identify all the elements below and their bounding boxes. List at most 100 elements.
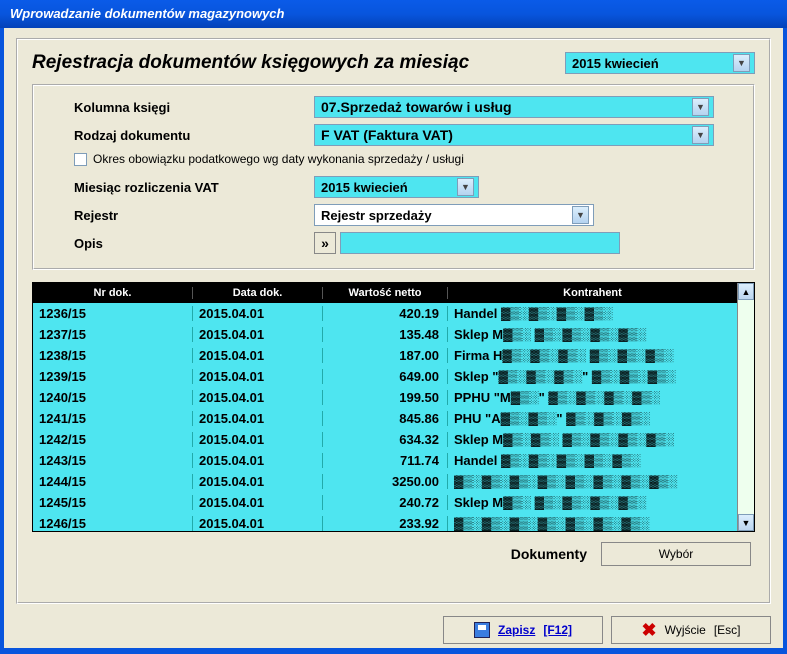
okres-checkbox[interactable]: [74, 153, 87, 166]
rodzaj-combo[interactable]: F VAT (Faktura VAT) ▼: [314, 124, 714, 146]
cell-netto: 240.72: [323, 495, 448, 510]
rejestr-value: Rejestr sprzedaży: [321, 208, 432, 223]
table-row[interactable]: 1245/152015.04.01240.72Sklep M▓▒░ ▓▒░▓▒░…: [33, 492, 737, 513]
kolumna-label: Kolumna księgi: [74, 100, 314, 115]
table-row[interactable]: 1241/152015.04.01845.86PHU "A▓▒░▓▒░" ▓▒░…: [33, 408, 737, 429]
window: Wprowadzanie dokumentów magazynowych Rej…: [0, 0, 787, 654]
dokumenty-label: Dokumenty: [511, 546, 587, 562]
exit-button[interactable]: ✖ Wyjście [Esc]: [611, 616, 771, 644]
cell-data: 2015.04.01: [193, 474, 323, 489]
table-row[interactable]: 1244/152015.04.013250.00▓▒░▓▒░▓▒░▓▒░▓▒░▓…: [33, 471, 737, 492]
save-label: Zapisz: [498, 623, 535, 637]
form-area: Kolumna księgi 07.Sprzedaż towarów i usł…: [32, 84, 755, 270]
miesiac-label: Miesiąc rozliczenia VAT: [74, 180, 314, 195]
cell-kontr: ▓▒░▓▒░▓▒░▓▒░▓▒░▓▒░▓▒░▓▒░: [448, 474, 737, 489]
grid-header: Nr dok. Data dok. Wartość netto Kontrahe…: [33, 283, 737, 303]
cell-kontr: Sklep M▓▒░▓▒░ ▓▒░▓▒░▓▒░▓▒░: [448, 432, 737, 447]
cell-data: 2015.04.01: [193, 369, 323, 384]
grid-scrollbar[interactable]: ▲ ▼: [737, 283, 754, 531]
save-icon: [474, 622, 490, 638]
rejestr-label: Rejestr: [74, 208, 314, 223]
cell-netto: 711.74: [323, 453, 448, 468]
table-row[interactable]: 1239/152015.04.01649.00Sklep "▓▒░▓▒░▓▒░"…: [33, 366, 737, 387]
kolumna-value: 07.Sprzedaż towarów i usług: [321, 99, 512, 115]
wybor-button[interactable]: Wybór: [601, 542, 751, 566]
save-button[interactable]: Zapisz [F12]: [443, 616, 603, 644]
cell-data: 2015.04.01: [193, 432, 323, 447]
cell-nr: 1246/15: [33, 516, 193, 531]
okres-checkbox-label: Okres obowiązku podatkowego wg daty wyko…: [93, 152, 464, 166]
cell-nr: 1237/15: [33, 327, 193, 342]
opis-input[interactable]: [340, 232, 620, 254]
cell-netto: 3250.00: [323, 474, 448, 489]
col-data: Data dok.: [193, 287, 323, 299]
chevron-down-icon: ▼: [692, 98, 709, 116]
rodzaj-label: Rodzaj dokumentu: [74, 128, 314, 143]
cell-nr: 1245/15: [33, 495, 193, 510]
cell-kontr: Sklep M▓▒░ ▓▒░▓▒░▓▒░▓▒░: [448, 495, 737, 510]
footer: Zapisz [F12] ✖ Wyjście [Esc]: [16, 616, 771, 644]
cell-nr: 1239/15: [33, 369, 193, 384]
scroll-up-icon[interactable]: ▲: [738, 283, 754, 300]
kolumna-combo[interactable]: 07.Sprzedaż towarów i usług ▼: [314, 96, 714, 118]
documents-grid: Nr dok. Data dok. Wartość netto Kontrahe…: [32, 282, 755, 532]
cell-netto: 634.32: [323, 432, 448, 447]
table-row[interactable]: 1243/152015.04.01711.74Handel ▓▒░▓▒░▓▒░▓…: [33, 450, 737, 471]
cell-netto: 420.19: [323, 306, 448, 321]
cell-data: 2015.04.01: [193, 453, 323, 468]
cell-nr: 1242/15: [33, 432, 193, 447]
cell-nr: 1244/15: [33, 474, 193, 489]
chevron-down-icon: ▼: [457, 178, 474, 196]
cell-kontr: ▓▒░▓▒░▓▒░▓▒░▓▒░▓▒░▓▒░: [448, 516, 737, 531]
chevron-down-icon: ▼: [733, 54, 750, 72]
cell-kontr: Firma H▓▒░▓▒░▓▒░ ▓▒░▓▒░▓▒░: [448, 348, 737, 363]
main-panel: Rejestracja dokumentów księgowych za mie…: [16, 38, 771, 604]
cell-data: 2015.04.01: [193, 516, 323, 531]
cell-kontr: Sklep M▓▒░ ▓▒░▓▒░▓▒░▓▒░: [448, 327, 737, 342]
cell-data: 2015.04.01: [193, 348, 323, 363]
chevron-down-icon: ▼: [572, 206, 589, 224]
table-row[interactable]: 1240/152015.04.01199.50PPHU "M▓▒░" ▓▒░▓▒…: [33, 387, 737, 408]
chevron-down-icon: ▼: [692, 126, 709, 144]
cell-data: 2015.04.01: [193, 495, 323, 510]
close-icon: ✖: [642, 620, 657, 641]
cell-kontr: Handel ▓▒░▓▒░▓▒░▓▒░: [448, 306, 737, 321]
table-row[interactable]: 1242/152015.04.01634.32Sklep M▓▒░▓▒░ ▓▒░…: [33, 429, 737, 450]
cell-nr: 1236/15: [33, 306, 193, 321]
rodzaj-value: F VAT (Faktura VAT): [321, 127, 453, 143]
cell-nr: 1243/15: [33, 453, 193, 468]
col-netto: Wartość netto: [323, 287, 448, 299]
cell-kontr: PPHU "M▓▒░" ▓▒░▓▒░▓▒░▓▒░: [448, 390, 737, 405]
cell-netto: 233.92: [323, 516, 448, 531]
page-title: Rejestracja dokumentów księgowych za mie…: [32, 52, 469, 74]
exit-key: [Esc]: [714, 623, 741, 637]
table-row[interactable]: 1236/152015.04.01420.19Handel ▓▒░▓▒░▓▒░▓…: [33, 303, 737, 324]
rejestr-combo[interactable]: Rejestr sprzedaży ▼: [314, 204, 594, 226]
table-row[interactable]: 1237/152015.04.01135.48Sklep M▓▒░ ▓▒░▓▒░…: [33, 324, 737, 345]
col-kontr: Kontrahent: [448, 287, 737, 299]
cell-data: 2015.04.01: [193, 390, 323, 405]
opis-label: Opis: [74, 236, 314, 251]
period-combo[interactable]: 2015 kwiecień ▼: [565, 52, 755, 74]
cell-netto: 187.00: [323, 348, 448, 363]
exit-label: Wyjście: [665, 623, 706, 637]
save-key: [F12]: [543, 623, 572, 637]
opis-expand-button[interactable]: »: [314, 232, 336, 254]
cell-netto: 649.00: [323, 369, 448, 384]
cell-data: 2015.04.01: [193, 306, 323, 321]
period-value: 2015 kwiecień: [572, 56, 659, 71]
table-row[interactable]: 1238/152015.04.01187.00Firma H▓▒░▓▒░▓▒░ …: [33, 345, 737, 366]
cell-kontr: Handel ▓▒░▓▒░▓▒░▓▒░▓▒░: [448, 453, 737, 468]
table-row[interactable]: 1246/152015.04.01233.92▓▒░▓▒░▓▒░▓▒░▓▒░▓▒…: [33, 513, 737, 531]
cell-data: 2015.04.01: [193, 327, 323, 342]
scroll-track[interactable]: [738, 300, 754, 514]
cell-data: 2015.04.01: [193, 411, 323, 426]
cell-netto: 845.86: [323, 411, 448, 426]
col-nr: Nr dok.: [33, 287, 193, 299]
miesiac-combo[interactable]: 2015 kwiecień ▼: [314, 176, 479, 198]
client-area: Rejestracja dokumentów księgowych za mie…: [4, 28, 783, 648]
cell-netto: 135.48: [323, 327, 448, 342]
scroll-down-icon[interactable]: ▼: [738, 514, 754, 531]
cell-nr: 1240/15: [33, 390, 193, 405]
cell-kontr: Sklep "▓▒░▓▒░▓▒░" ▓▒░▓▒░▓▒░: [448, 369, 737, 384]
